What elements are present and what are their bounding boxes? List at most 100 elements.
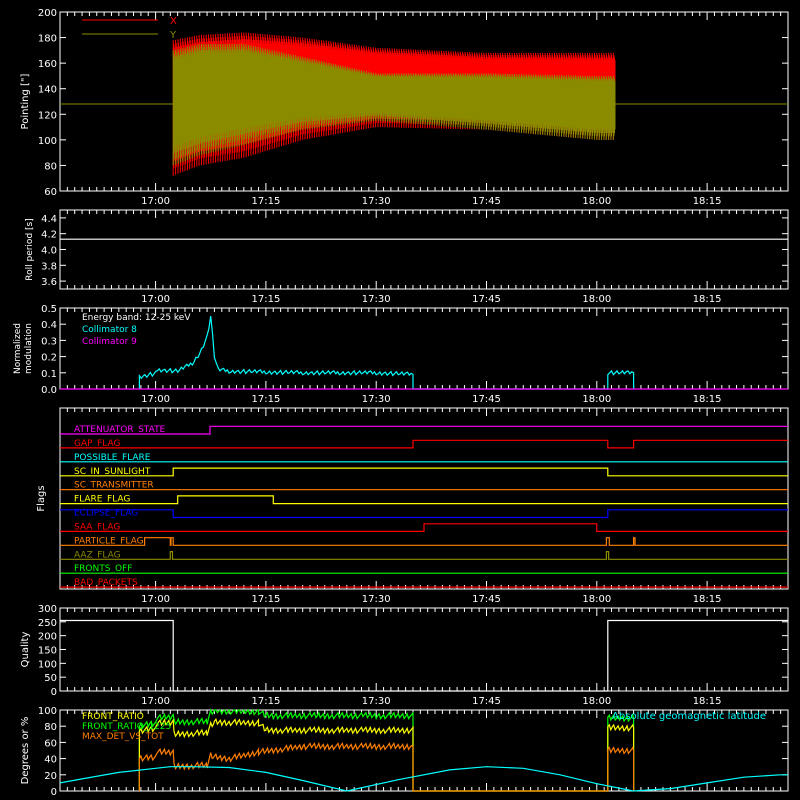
quality-time-label: 17:15 [251, 696, 280, 707]
quality-time-label: 17:30 [362, 696, 391, 707]
roll-time-label: 18:00 [582, 294, 611, 305]
ratios-series-front_ratio [138, 718, 635, 792]
pointing-ytick-label: 60 [44, 187, 57, 198]
modulation-legend-label: Collimator 9 [82, 337, 137, 347]
pointing-panel: 17:00 17:15 17:30 17:45 18:00 18:15 60 80 100 120… [20, 8, 789, 207]
ratios-ylabel: Degrees or % [20, 717, 31, 785]
ratios-legend-label: FRONT_RATIO [82, 712, 144, 722]
quality-ylabel: Quality [20, 632, 31, 668]
flag-line-sc_in_sunlight [60, 467, 788, 477]
modulation-time-label: 17:00 [141, 394, 170, 405]
rhessi-quicklook-figure: 17:00 17:15 17:30 17:45 18:00 18:15 60 80 100 120… [0, 0, 800, 800]
roll-time-label: 17:00 [141, 294, 170, 305]
modulation-ytick-label: 0.4 [41, 320, 57, 331]
flag-label-attenuator_state: ATTENUATOR_STATE [74, 425, 166, 435]
flags-panel: 17:00 17:15 17:30 17:45 18:00 18:15 Flags ATTEN… [36, 407, 789, 605]
flag-label-aaz_flag: AAZ_FLAG [74, 550, 121, 560]
pointing-ytick-label: 120 [38, 110, 57, 121]
pointing-ytick-label: 80 [44, 161, 57, 172]
pointing-ytick-label: 160 [38, 59, 57, 70]
modulation-ytick-label: 0.1 [41, 369, 57, 380]
pointing-time-label: 17:30 [362, 196, 391, 207]
ratios-ytick-label: 0 [51, 787, 57, 798]
flags-time-label: 17:15 [251, 594, 280, 605]
quality-ytick-label: 200 [38, 632, 57, 643]
modulation-series-collimator-8 [138, 316, 635, 390]
roll-time-label: 17:30 [362, 294, 391, 305]
ratios-ytick-label: 80 [44, 722, 57, 733]
pointing-time-label: 17:00 [141, 196, 170, 207]
flag-line-attenuator_state [60, 425, 788, 435]
ratios-legend-geomagnetic: Absolute geomagnetic latitude [612, 711, 766, 722]
pointing-legend-label: X [170, 16, 177, 27]
pointing-ylabel: Pointing ["] [20, 73, 31, 129]
flag-line-eclipse_flag [60, 509, 788, 519]
flag-line-aaz_flag [60, 551, 788, 560]
quality-ytick-label: 150 [38, 646, 57, 657]
modulation-time-label: 18:15 [693, 394, 722, 405]
flags-time-label: 17:00 [141, 594, 170, 605]
quality-ytick-label: 0 [51, 687, 57, 698]
modulation-ylabel-line2: modulation [24, 323, 34, 374]
roll-ytick-label: 4.4 [41, 214, 57, 225]
ratios-legend-label: FRONT_RATIO_1225 [82, 722, 171, 732]
pointing-time-label: 18:00 [582, 196, 611, 207]
quality-ytick-label: 50 [44, 673, 57, 684]
flag-line-gap_flag [60, 439, 788, 449]
roll-ylabel: Roll period [s] [25, 218, 35, 280]
flag-line-saa_flag [60, 523, 788, 532]
flag-label-flare_flag: FLARE_FLAG [74, 495, 130, 505]
flag-label-eclipse_flag: ECLIPSE_FLAG [74, 509, 138, 519]
flags-time-label: 17:30 [362, 594, 391, 605]
ratios-ytick-label: 100 [38, 706, 57, 717]
pointing-time-label: 17:45 [472, 196, 501, 207]
flag-line-flare_flag [60, 495, 788, 505]
pointing-ytick-label: 200 [38, 8, 57, 19]
roll-time-label: 17:15 [251, 294, 280, 305]
pointing-ytick-label: 140 [38, 85, 57, 96]
modulation-time-label: 17:30 [362, 394, 391, 405]
modulation-time-label: 18:00 [582, 394, 611, 405]
quality-time-label: 18:15 [693, 696, 722, 707]
pointing-ytick-label: 100 [38, 136, 57, 147]
flag-label-possible_flare: POSSIBLE_FLARE [74, 453, 151, 463]
roll-frame [59, 209, 789, 290]
roll-time-label: 17:45 [472, 294, 501, 305]
modulation-time-label: 17:15 [251, 394, 280, 405]
modulation-panel: 17:00 17:15 17:30 17:45 18:00 18:15 0.0 0.1 0.2 0… [13, 304, 789, 405]
modulation-ylabel-line1: Normalized [13, 323, 23, 374]
modulation-ytick-label: 0.0 [41, 385, 57, 396]
modulation-ytick-label: 0.5 [41, 304, 57, 315]
pointing-time-label: 17:15 [251, 196, 280, 207]
modulation-ytick-label: 0.3 [41, 336, 57, 347]
quality-time-label: 17:00 [141, 696, 170, 707]
ratios-legend-label: MAX_DET_VS_TOT [82, 732, 164, 742]
flag-label-saa_flag: SAA_FLAG [74, 522, 120, 532]
roll-ytick-label: 3.6 [41, 277, 57, 288]
quality-series [60, 619, 788, 692]
modulation-legend-label: Collimator 8 [82, 325, 137, 335]
roll-period-panel: 17:00 17:15 17:30 17:45 18:00 18:15 3.6 3.8 4.0 4… [25, 209, 789, 305]
roll-ytick-label: 4.0 [41, 246, 57, 257]
quality-ytick-label: 250 [38, 618, 57, 629]
flags-time-label: 18:00 [582, 594, 611, 605]
flag-line-particle_flag [60, 537, 788, 546]
flag-label-gap_flag: GAP_FLAG [74, 439, 120, 449]
roll-ytick-label: 3.8 [41, 261, 57, 272]
ratios-ytick-label: 20 [44, 771, 57, 782]
pointing-legend-label: Y [169, 30, 177, 41]
flags-ylabel: Flags [36, 485, 47, 511]
modulation-ytick-label: 0.2 [41, 353, 57, 364]
flags-time-label: 17:45 [472, 594, 501, 605]
ratios-ytick-label: 40 [44, 755, 57, 766]
quality-time-label: 18:00 [582, 696, 611, 707]
flag-label-fronts_off: FRONTS_OFF [74, 564, 132, 574]
roll-ytick-label: 4.2 [41, 230, 57, 241]
flags-frame [59, 407, 789, 590]
modulation-time-label: 17:45 [472, 394, 501, 405]
roll-time-label: 18:15 [693, 294, 722, 305]
ratios-panel: 0 20 40 60 80 100 Degrees or % FRONT_RATIOFRONT… [20, 706, 789, 798]
quality-time-label: 17:45 [472, 696, 501, 707]
pointing-time-label: 18:15 [693, 196, 722, 207]
flag-label-sc_in_sunlight: SC_IN_SUNLIGHT [74, 467, 151, 477]
